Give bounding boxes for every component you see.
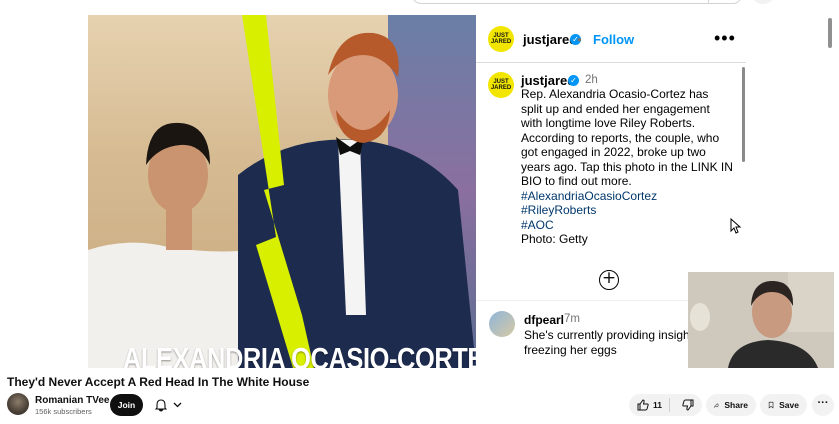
instagram-header: JUST JARED justjared ✓ • Follow ••• xyxy=(476,15,746,63)
comment-text: She's currently providing insight freezi… xyxy=(524,328,694,357)
subscriber-count: 156k subscribers xyxy=(35,407,92,416)
post-photo: ALEXANDRIA OCASIO-CORTEZ xyxy=(88,15,476,368)
dislike-button[interactable] xyxy=(675,394,702,416)
search-button[interactable] xyxy=(708,0,742,4)
like-divider xyxy=(669,398,670,412)
plus-circle-icon[interactable]: + xyxy=(599,270,619,290)
channel-name[interactable]: Romanian TVee xyxy=(35,395,109,406)
thumbs-down-icon xyxy=(682,399,694,411)
comment-timestamp: 7m xyxy=(564,313,580,325)
hashtag-link[interactable]: #AOC xyxy=(521,218,733,233)
caption-scrollbar[interactable] xyxy=(742,67,745,162)
caption-text: Rep. Alexandria Ocasio-Cortez has split … xyxy=(521,87,733,188)
search-bar[interactable] xyxy=(412,0,742,4)
hashtag-link[interactable]: #AlexandriaOcasioCortez xyxy=(521,189,733,204)
video-title: They'd Never Accept A Red Head In The Wh… xyxy=(7,375,310,389)
bell-icon xyxy=(154,398,167,412)
photo-caption-title: ALEXANDRIA OCASIO-CORTEZ xyxy=(122,341,476,368)
post-caption: Rep. Alexandria Ocasio-Cortez has split … xyxy=(521,87,733,247)
commenter-avatar[interactable] xyxy=(489,311,515,337)
profile-avatar[interactable]: JUST JARED xyxy=(488,26,514,52)
like-button[interactable]: 11 xyxy=(629,394,664,416)
header-separator: • xyxy=(577,32,582,47)
channel-avatar[interactable] xyxy=(7,393,29,415)
chevron-down-icon xyxy=(173,402,181,408)
caption-avatar[interactable]: JUST JARED xyxy=(488,72,514,98)
caption-avatar-logo-text: JUST JARED xyxy=(490,79,512,91)
hashtag-link[interactable]: #RileyRoberts xyxy=(521,203,733,218)
more-actions-icon[interactable]: ··· xyxy=(812,394,834,416)
page-scrollbar[interactable] xyxy=(828,18,832,48)
share-button[interactable]: Share xyxy=(706,394,756,416)
like-count: 11 xyxy=(653,400,662,410)
mouse-cursor-icon xyxy=(730,218,742,234)
post-timestamp: 2h xyxy=(585,74,598,86)
photo-credit: Photo: Getty xyxy=(521,232,588,246)
video-player[interactable]: ALEXANDRIA OCASIO-CORTEZ JUST JARED just… xyxy=(0,0,839,368)
photo-scene-graphic xyxy=(88,15,476,368)
follow-button[interactable]: Follow xyxy=(593,32,634,47)
join-button[interactable]: Join xyxy=(110,394,143,416)
avatar-logo-text: JUST JARED xyxy=(490,33,512,45)
more-options-icon[interactable]: ••• xyxy=(714,28,736,49)
voice-search-button[interactable] xyxy=(752,0,774,4)
share-arrow-icon xyxy=(714,402,720,408)
comment-username[interactable]: dfpearl xyxy=(524,313,564,327)
save-playlist-icon xyxy=(768,401,774,409)
like-dislike-group: 11 xyxy=(629,394,702,416)
webcam-overlay xyxy=(688,272,834,368)
webcam-person-graphic xyxy=(688,272,834,368)
save-button[interactable]: Save xyxy=(760,394,807,416)
share-label: Share xyxy=(724,400,748,410)
caption-verified-badge-icon: ✓ xyxy=(568,75,579,86)
notification-bell-button[interactable] xyxy=(148,394,188,416)
save-label: Save xyxy=(779,400,799,410)
thumbs-up-icon xyxy=(637,399,649,411)
